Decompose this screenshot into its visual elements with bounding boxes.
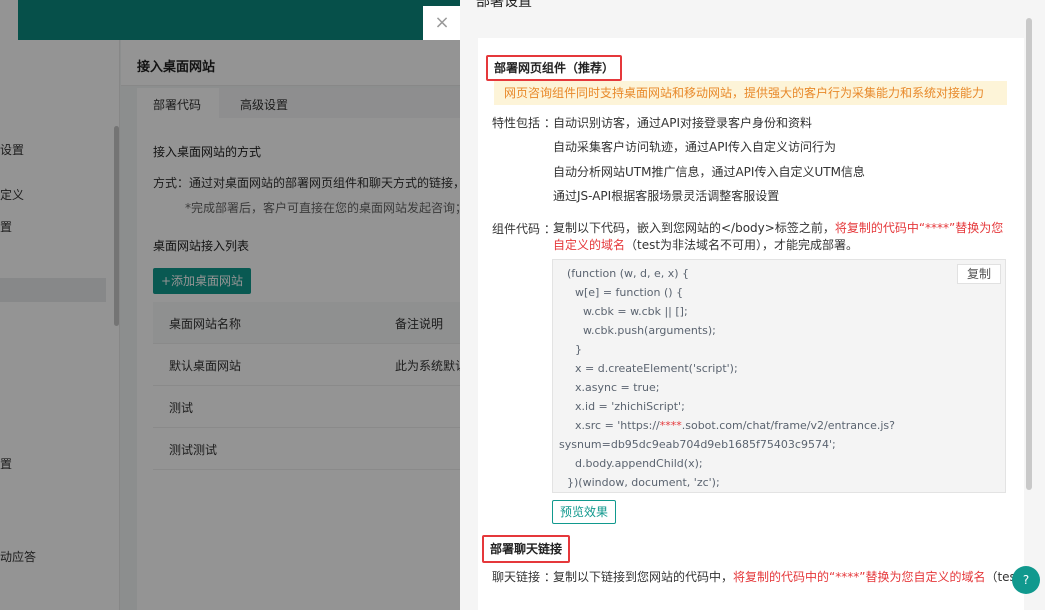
deploy-settings-drawer: 部署设置 部署网页组件（推荐） 网页咨询组件同时支持桌面网站和移动网站，提供强大…	[460, 0, 1045, 610]
drawer-scrollbar[interactable]	[1026, 18, 1032, 490]
code-label: 组件代码 ：	[492, 222, 556, 236]
feature-item: 自动采集客户访问轨迹，通过API传入自定义访问行为	[553, 140, 836, 154]
feature-item: 自动分析网站UTM推广信息，通过API传入自定义UTM信息	[553, 165, 865, 179]
code-line: w.cbk = w.cbk || [];	[583, 305, 688, 318]
code-line: x.id = 'zhichiScript';	[575, 400, 685, 413]
feature-item: 通过JS-API根据客服场景灵活调整客服设置	[553, 189, 780, 203]
code-line: w[e] = function () {	[575, 286, 684, 299]
help-icon[interactable]: ?	[1012, 566, 1040, 594]
code-line: })(window, document, 'zc');	[567, 476, 720, 489]
code-snippet-box[interactable]: 复制 (function (w, d, e, x) { w[e] = funct…	[552, 259, 1006, 493]
chat-desc-warning: 将复制的代码中的“****”替换为您自定义的域名	[733, 570, 986, 584]
chat-link-label: 聊天链接 ：	[492, 570, 556, 584]
section-title-chat-link: 部署聊天链接	[482, 535, 571, 563]
code-line: (function (w, d, e, x) {	[567, 267, 690, 280]
code-line: x.async = true;	[575, 381, 660, 394]
code-line: x = d.createElement('script');	[575, 362, 738, 375]
code-line: w.cbk.push(arguments);	[583, 324, 716, 337]
code-desc-text-2: （test为非法域名不可用），才能完成部署。	[625, 238, 859, 252]
code-line: sysnum=db95dc9eab704d9eb1685f75403c9574'…	[559, 438, 836, 451]
chat-link-description: 复制以下链接到您网站的代码中，将复制的代码中的“****”替换为您自定义的域名（…	[553, 568, 1021, 585]
section-title-web-component: 部署网页组件（推荐）	[486, 55, 623, 81]
feature-item: 自动识别访客，通过API对接登录客户身份和资料	[553, 116, 812, 130]
copy-button[interactable]: 复制	[957, 264, 1001, 284]
code-description: 复制以下代码，嵌入到您网站的</body>标签之前，将复制的代码中“****”替…	[553, 220, 1013, 254]
code-line-text-2: .sobot.com/chat/frame/v2/entrance.js?	[681, 419, 895, 432]
code-placeholder: ****	[659, 419, 682, 432]
drawer-title: 部署设置	[476, 0, 532, 10]
close-icon[interactable]: ×	[423, 6, 461, 40]
drawer-content: 部署网页组件（推荐） 网页咨询组件同时支持桌面网站和移动网站，提供强大的客户行为…	[478, 38, 1024, 610]
features-label: 特性包括 ：	[492, 116, 556, 130]
notice-banner: 网页咨询组件同时支持桌面网站和移动网站，提供强大的客户行为采集能力和系统对接能力	[494, 81, 1007, 105]
code-desc-text: 复制以下代码，嵌入到您网站的</body>标签之前，	[553, 221, 835, 235]
code-line: }	[575, 343, 582, 356]
code-line-text: x.src = 'https://	[575, 419, 660, 432]
code-line: d.body.appendChild(x);	[575, 457, 703, 470]
code-line: x.src = 'https://****.sobot.com/chat/fra…	[575, 419, 895, 432]
chat-desc-text: 复制以下链接到您网站的代码中，	[553, 570, 734, 584]
preview-button[interactable]: 预览效果	[552, 500, 616, 524]
